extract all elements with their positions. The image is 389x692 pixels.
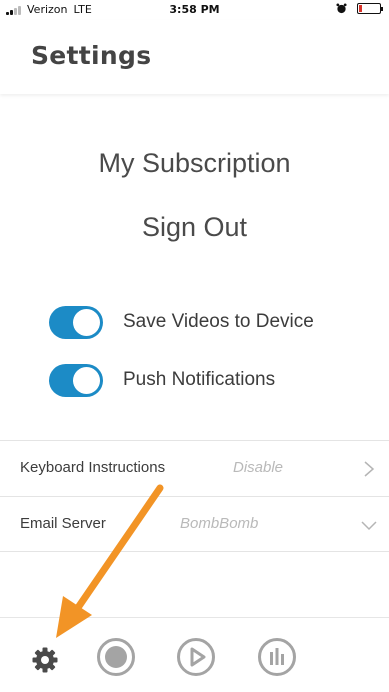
tab-bar [0,617,389,692]
email-server-value: BombBomb [180,515,259,532]
gear-icon[interactable] [31,646,59,674]
alarm-icon [336,3,347,14]
keyboard-instructions-label: Keyboard Instructions [20,459,166,476]
status-right [336,3,383,14]
chevron-down-icon [361,521,377,531]
save-videos-toggle[interactable] [49,305,103,339]
push-notifications-label: Push Notifications [123,369,276,390]
keyboard-instructions-value: Disable [233,459,284,476]
header: Settings [0,20,389,94]
email-server-row[interactable]: Email Server BombBomb [0,496,389,552]
stats-icon[interactable] [257,637,297,677]
toggle-knob [73,366,100,394]
save-videos-label: Save Videos to Device [123,311,314,332]
push-notifications-row: Push Notifications [49,363,275,397]
annotation-arrow [56,484,164,638]
status-time: 3:58 PM [169,3,220,16]
save-videos-row: Save Videos to Device [49,305,314,339]
page-title: Settings [31,41,152,70]
email-server-label: Email Server [20,515,106,532]
battery-icon [357,3,383,14]
push-notifications-toggle[interactable] [49,363,103,397]
play-icon[interactable] [176,637,216,677]
status-bar: Verizon LTE 3:58 PM [0,0,389,20]
chevron-right-icon [364,461,375,477]
keyboard-instructions-row[interactable]: Keyboard Instructions Disable [0,440,389,496]
sign-out-button[interactable]: Sign Out [0,212,389,243]
my-subscription-button[interactable]: My Subscription [0,148,389,179]
battery-level [359,5,362,12]
toggle-knob [73,308,100,336]
record-icon[interactable] [96,637,136,677]
